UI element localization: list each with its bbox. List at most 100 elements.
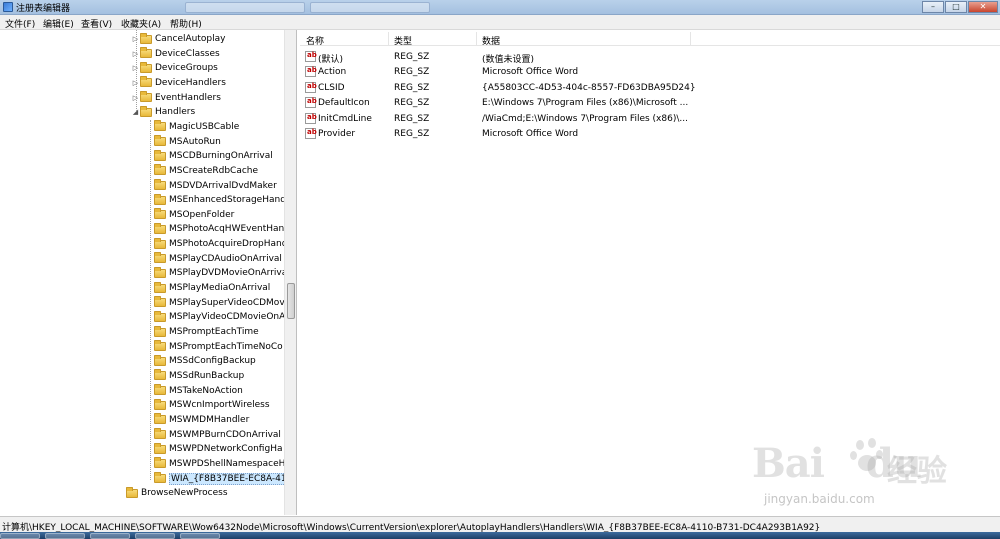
maximize-button[interactable]: □ <box>945 1 967 13</box>
folder-icon <box>154 164 166 176</box>
folder-icon <box>154 472 166 483</box>
close-button[interactable]: ✕ <box>968 1 998 13</box>
folder-icon <box>154 354 166 366</box>
tree-node[interactable]: MSPlaySuperVideoCDMov <box>145 296 285 310</box>
tree-node[interactable]: MSPhotoAcqHWEventHand <box>145 222 290 236</box>
tree-node-label: MSCDBurningOnArrival <box>169 151 273 162</box>
tree-node[interactable]: ▷ DeviceClasses <box>131 47 220 61</box>
value-data: {A55803CC-4D53-404c-8557-FD63DBA95D24} <box>482 82 696 93</box>
tree-node-label: EventHandlers <box>155 92 221 103</box>
tree-node-handlers[interactable]: ◢ Handlers <box>131 105 195 119</box>
folder-icon <box>154 413 166 425</box>
window-title: 注册表编辑器 <box>16 4 71 14</box>
value-row[interactable]: ab Action REG_SZ Microsoft Office Word <box>300 65 1000 80</box>
taskbar-button[interactable] <box>135 533 175 539</box>
taskbar-button[interactable] <box>180 533 220 539</box>
menu-view[interactable]: 查看(V) <box>81 17 112 30</box>
watermark-url: jingyan.baidu.com <box>764 492 875 506</box>
tree-node[interactable]: MSTakeNoAction <box>145 384 243 398</box>
tree-node-label: DeviceHandlers <box>155 77 226 88</box>
tree-node-label: MSPromptEachTime <box>169 327 259 337</box>
tree-node-label: MSPlayMediaOnArrival <box>169 283 271 294</box>
tree-node-label: MSPlayDVDMovieOnArriva <box>169 268 288 279</box>
value-row[interactable]: ab InitCmdLine REG_SZ/WiaCmd;E:\Windows 7\… <box>300 112 1000 127</box>
tree-node[interactable]: MSCDBurningOnArrival <box>145 149 273 163</box>
tree-node[interactable]: MSSdConfigBackup <box>145 354 256 368</box>
tree-node[interactable]: MSOpenFolder <box>145 208 234 222</box>
tree-node[interactable]: MSWPDNetworkConfigHa <box>145 442 282 456</box>
menu-file[interactable]: 文件(F) <box>5 17 35 30</box>
tree-node[interactable]: MagicUSBCable <box>145 120 239 134</box>
tree-node[interactable]: MSDVDArrivalDvdMaker <box>145 179 277 193</box>
folder-icon <box>140 32 152 44</box>
tree-node-label: MSPlayCDAudioOnArrival <box>169 253 282 264</box>
menu-favorites[interactable]: 收藏夹(A) <box>121 17 161 30</box>
tree-scrollbar[interactable] <box>284 30 296 515</box>
tree-node[interactable]: MSSdRunBackup <box>145 369 244 383</box>
column-type-header[interactable]: 类型 <box>394 34 412 47</box>
folder-icon <box>154 457 166 469</box>
value-name: DefaultIcon <box>318 98 370 109</box>
tree-node[interactable]: ▷ DeviceHandlers <box>131 76 226 90</box>
tree-node[interactable]: ▷ EventHandlers <box>131 91 221 105</box>
tree-node[interactable]: MSPlayVideoCDMovieOnA <box>145 310 285 324</box>
tree-scroll-thumb[interactable] <box>287 283 295 319</box>
column-data-header[interactable]: 数据 <box>482 34 500 47</box>
column-name-header[interactable]: 名称 <box>306 34 324 47</box>
folder-icon <box>154 266 166 278</box>
menu-edit[interactable]: 编辑(E) <box>43 17 74 30</box>
value-row[interactable]: ab CLSID REG_SZ {A55803CC-4D53-404c-8557-FD… <box>300 81 1000 96</box>
value-row[interactable]: ab DefaultIcon REG_SZ E:\Windows 7\Program … <box>300 96 1000 111</box>
tree-node[interactable]: MSPlayMediaOnArrival <box>145 281 270 295</box>
tree-node[interactable]: MSWPDShellNamespaceH <box>145 457 285 471</box>
value-name: Action <box>318 67 347 78</box>
background-window-tab[interactable] <box>310 2 430 13</box>
folder-icon <box>140 76 152 88</box>
tree-node[interactable]: MSPhotoAcquireDropHand <box>145 237 287 251</box>
value-type: REG_SZ <box>394 129 430 139</box>
tree-node[interactable]: MSEnhancedStorageHand <box>145 193 286 207</box>
folder-icon <box>154 369 166 381</box>
folder-icon <box>154 237 166 249</box>
folder-icon <box>154 193 166 205</box>
minimize-button[interactable]: – <box>922 1 944 13</box>
folder-icon <box>126 486 138 498</box>
tree-node-selected[interactable]: WIA_{F8B37BEE-EC8A-411 <box>145 472 295 486</box>
tree-node-label: MSWcnImportWireless <box>169 400 270 411</box>
tree-node-label: MSSdRunBackup <box>169 370 245 381</box>
tree-node-label: MSDVDArrivalDvdMaker <box>169 180 277 191</box>
tree-node-label: MagicUSBCable <box>169 121 240 132</box>
value-data: (数值未设置) <box>482 55 535 65</box>
folder-icon <box>140 91 152 103</box>
start-button[interactable] <box>0 533 40 539</box>
tree-node[interactable]: MSCreateRdbCache <box>145 164 258 178</box>
tree-node[interactable]: MSPromptEachTime <box>145 325 259 339</box>
value-name: CLSID <box>318 82 345 93</box>
tree-node[interactable]: ▷ DeviceGroups <box>131 61 218 75</box>
menu-help[interactable]: 帮助(H) <box>170 17 202 30</box>
value-row[interactable]: ab Provider REG_SZ Microsoft Office Word <box>300 127 1000 142</box>
tree-node[interactable]: MSWMPBurnCDOnArrival <box>145 428 281 442</box>
tree-node[interactable]: BrowseNewProcess <box>117 486 228 500</box>
background-window-tab[interactable] <box>185 2 305 13</box>
folder-icon <box>154 310 166 322</box>
tree-node-label: MSSdConfigBackup <box>169 356 256 367</box>
tree-node[interactable]: ▷ CancelAutoplay <box>131 32 225 46</box>
value-row[interactable]: ab (默认) REG_SZ (数值未设置) <box>300 50 1000 65</box>
value-data: Microsoft Office Word <box>482 129 579 139</box>
tree-node-label: MSPlayVideoCDMovieOnA <box>169 312 286 323</box>
tree-node[interactable]: MSAutoRun <box>145 135 221 149</box>
folder-icon <box>154 222 166 234</box>
taskbar-button[interactable] <box>45 533 85 539</box>
tree-node[interactable]: MSWcnImportWireless <box>145 398 270 412</box>
folder-icon <box>140 47 152 59</box>
taskbar-button[interactable] <box>90 533 130 539</box>
tree-node[interactable]: MSWMDMHandler <box>145 413 249 427</box>
registry-tree[interactable]: ▷ CancelAutoplay ▷ DeviceClasses ▷ DeviceGrou… <box>0 30 297 515</box>
values-header: 名称 类型 数据 <box>300 32 1000 47</box>
tree-node[interactable]: MSPlayCDAudioOnArrival <box>145 252 282 266</box>
tree-node[interactable]: MSPlayDVDMovieOnArriva <box>145 266 287 280</box>
folder-icon <box>154 398 166 410</box>
folder-icon <box>154 428 166 440</box>
tree-node[interactable]: MSPromptEachTimeNoCo <box>145 340 283 354</box>
